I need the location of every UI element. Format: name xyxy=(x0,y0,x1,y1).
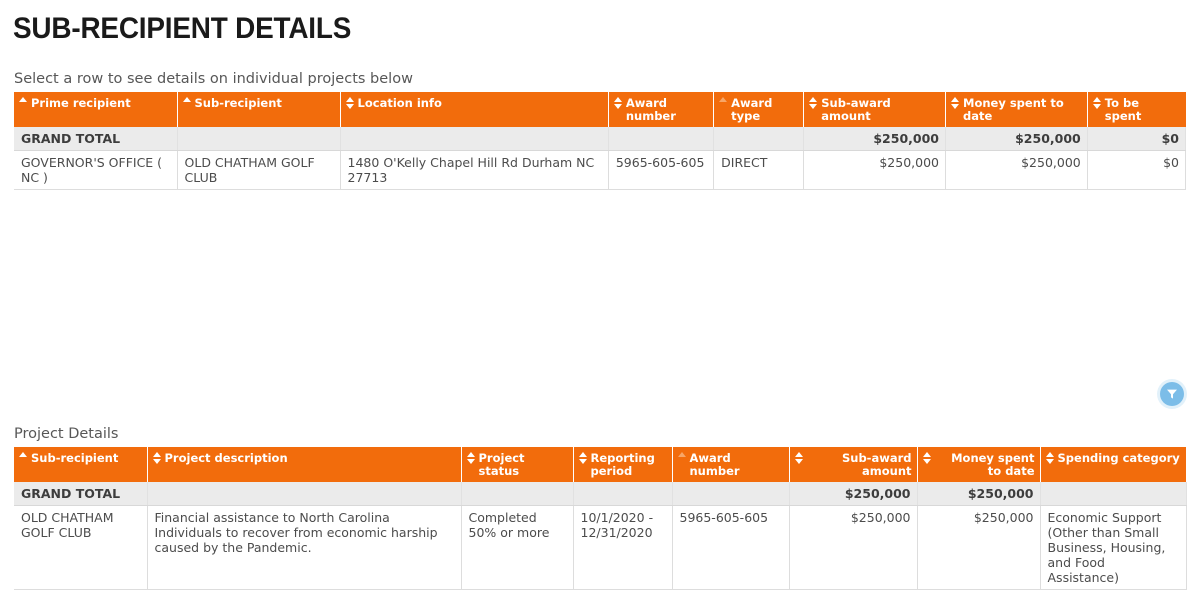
filter-icon xyxy=(1167,389,1177,399)
column-header-sub-award-amount[interactable]: Sub-award amount xyxy=(789,447,918,482)
cell-sub-award-amount: $250,000 xyxy=(803,150,946,190)
grand-total-sub-award-amount: $250,000 xyxy=(803,127,946,151)
cell-money-spent-to-date: $250,000 xyxy=(945,150,1088,190)
page-title: SUB-RECIPIENT DETAILS xyxy=(13,12,352,45)
column-header-project-description[interactable]: Project description xyxy=(147,447,462,482)
column-header-award-number[interactable]: Award number xyxy=(608,92,715,127)
column-header-to-be-spent[interactable]: To be spent xyxy=(1087,92,1186,127)
column-header-money-spent-to-date[interactable]: Money spent to date xyxy=(917,447,1041,482)
sort-arrow-icon[interactable] xyxy=(19,452,27,466)
column-header-label: Sub-recipient xyxy=(194,96,282,110)
sort-arrow-icon[interactable] xyxy=(677,452,686,466)
sort-arrow-icon[interactable] xyxy=(1092,97,1101,111)
column-header-sub-award-amount[interactable]: Sub-award amount xyxy=(803,92,946,127)
column-header-label: Money spent to date xyxy=(951,451,1035,478)
column-header-label: Project status xyxy=(478,451,525,478)
cell-award-type: DIRECT xyxy=(713,150,805,190)
cell-project-description: Financial assistance to North Carolina I… xyxy=(147,505,462,590)
filter-icon-button[interactable] xyxy=(1160,382,1184,406)
cell-reporting-period: 10/1/2020 - 12/31/2020 xyxy=(573,505,673,590)
column-header-label: Project description xyxy=(164,451,288,465)
cell-money-spent-to-date: $250,000 xyxy=(917,505,1041,590)
grand-total-row[interactable]: GRAND TOTAL $250,000 $250,000 xyxy=(14,482,1187,506)
column-header-label: Award number xyxy=(625,96,676,123)
sort-arrow-icon[interactable] xyxy=(794,452,803,466)
cell-spending-category: Economic Support (Other than Small Busin… xyxy=(1040,505,1187,590)
sort-arrow-icon[interactable] xyxy=(719,97,728,111)
grand-total-label: GRAND TOTAL xyxy=(14,482,148,506)
project-details-table: Sub-recipient Project description Projec… xyxy=(14,447,1187,590)
sort-arrow-icon[interactable] xyxy=(951,97,959,111)
page-root: SUB-RECIPIENT DETAILS Select a row to se… xyxy=(0,0,1200,596)
grand-total-location-info xyxy=(340,127,609,151)
sort-arrow-icon[interactable] xyxy=(345,97,354,111)
project-details-label: Project Details xyxy=(14,426,119,442)
table-row[interactable]: GOVERNOR'S OFFICE ( NC ) OLD CHATHAM GOL… xyxy=(14,150,1187,190)
column-header-label: To be spent xyxy=(1104,96,1142,123)
column-header-award-number[interactable]: Award number xyxy=(672,447,790,482)
table-header-row: Prime recipient Sub-recipient Location i… xyxy=(14,92,1186,127)
sort-arrow-icon[interactable] xyxy=(1045,452,1054,466)
sort-arrow-icon[interactable] xyxy=(19,97,27,111)
table-row[interactable]: OLD CHATHAM GOLF CLUB Financial assistan… xyxy=(14,505,1187,590)
cell-sub-recipient: OLD CHATHAM GOLF CLUB xyxy=(177,150,341,190)
column-header-prime-recipient[interactable]: Prime recipient xyxy=(14,92,178,127)
grand-total-money-spent: $250,000 xyxy=(917,482,1041,506)
grand-total-project-description xyxy=(147,482,462,506)
grand-total-sub-award-amount: $250,000 xyxy=(789,482,918,506)
sort-arrow-icon[interactable] xyxy=(578,452,587,466)
project-details-table-container: Sub-recipient Project description Projec… xyxy=(14,447,1187,590)
grand-total-to-be-spent: $0 xyxy=(1087,127,1187,151)
cell-award-number: 5965-605-605 xyxy=(672,505,790,590)
table-header-row: Sub-recipient Project description Projec… xyxy=(14,447,1186,482)
grand-total-award-number xyxy=(608,127,715,151)
sort-arrow-icon[interactable] xyxy=(613,97,622,111)
grand-total-award-number xyxy=(672,482,790,506)
grand-total-award-type xyxy=(713,127,805,151)
grand-total-sub-recipient xyxy=(177,127,341,151)
column-header-reporting-period[interactable]: Reporting period xyxy=(573,447,673,482)
column-header-location-info[interactable]: Location info xyxy=(340,92,609,127)
grand-total-label: GRAND TOTAL xyxy=(14,127,178,151)
column-header-label: Sub-award amount xyxy=(821,96,891,123)
cell-project-status: Completed 50% or more xyxy=(461,505,574,590)
sub-recipient-table: Prime recipient Sub-recipient Location i… xyxy=(14,92,1187,190)
column-header-label: Sub-award amount xyxy=(841,451,912,478)
column-header-award-type[interactable]: Award type xyxy=(713,92,805,127)
sort-arrow-icon[interactable] xyxy=(466,452,475,466)
cell-sub-recipient: OLD CHATHAM GOLF CLUB xyxy=(14,505,148,590)
column-header-sub-recipient[interactable]: Sub-recipient xyxy=(177,92,341,127)
column-header-label: Award number xyxy=(689,451,740,478)
sort-arrow-icon[interactable] xyxy=(809,97,818,111)
cell-to-be-spent: $0 xyxy=(1087,150,1187,190)
column-header-label: Spending category xyxy=(1057,451,1180,465)
cell-prime-recipient: GOVERNOR'S OFFICE ( NC ) xyxy=(14,150,178,190)
column-header-money-spent-to-date[interactable]: Money spent to date xyxy=(945,92,1088,127)
column-header-label: Reporting period xyxy=(590,451,655,478)
cell-award-number: 5965-605-605 xyxy=(608,150,715,190)
column-header-label: Location info xyxy=(357,96,442,110)
column-header-label: Sub-recipient xyxy=(31,451,119,465)
grand-total-row[interactable]: GRAND TOTAL $250,000 $250,000 $0 xyxy=(14,127,1187,151)
column-header-label: Award type xyxy=(731,96,773,123)
column-header-sub-recipient[interactable]: Sub-recipient xyxy=(14,447,148,482)
cell-location-info: 1480 O'Kelly Chapel Hill Rd Durham NC 27… xyxy=(340,150,609,190)
grand-total-project-status xyxy=(461,482,574,506)
grand-total-reporting-period xyxy=(573,482,673,506)
column-header-project-status[interactable]: Project status xyxy=(461,447,574,482)
grand-total-money-spent: $250,000 xyxy=(945,127,1088,151)
grand-total-spending-category xyxy=(1040,482,1187,506)
sub-recipient-table-container: Prime recipient Sub-recipient Location i… xyxy=(14,92,1187,190)
sort-arrow-icon[interactable] xyxy=(152,452,161,466)
cell-sub-award-amount: $250,000 xyxy=(789,505,918,590)
column-header-label: Prime recipient xyxy=(31,96,131,110)
sort-arrow-icon[interactable] xyxy=(182,97,191,111)
table-instruction-text: Select a row to see details on individua… xyxy=(14,71,413,87)
sort-arrow-icon[interactable] xyxy=(922,452,931,466)
column-header-label: Money spent to date xyxy=(963,96,1064,123)
column-header-spending-category[interactable]: Spending category xyxy=(1040,447,1186,482)
